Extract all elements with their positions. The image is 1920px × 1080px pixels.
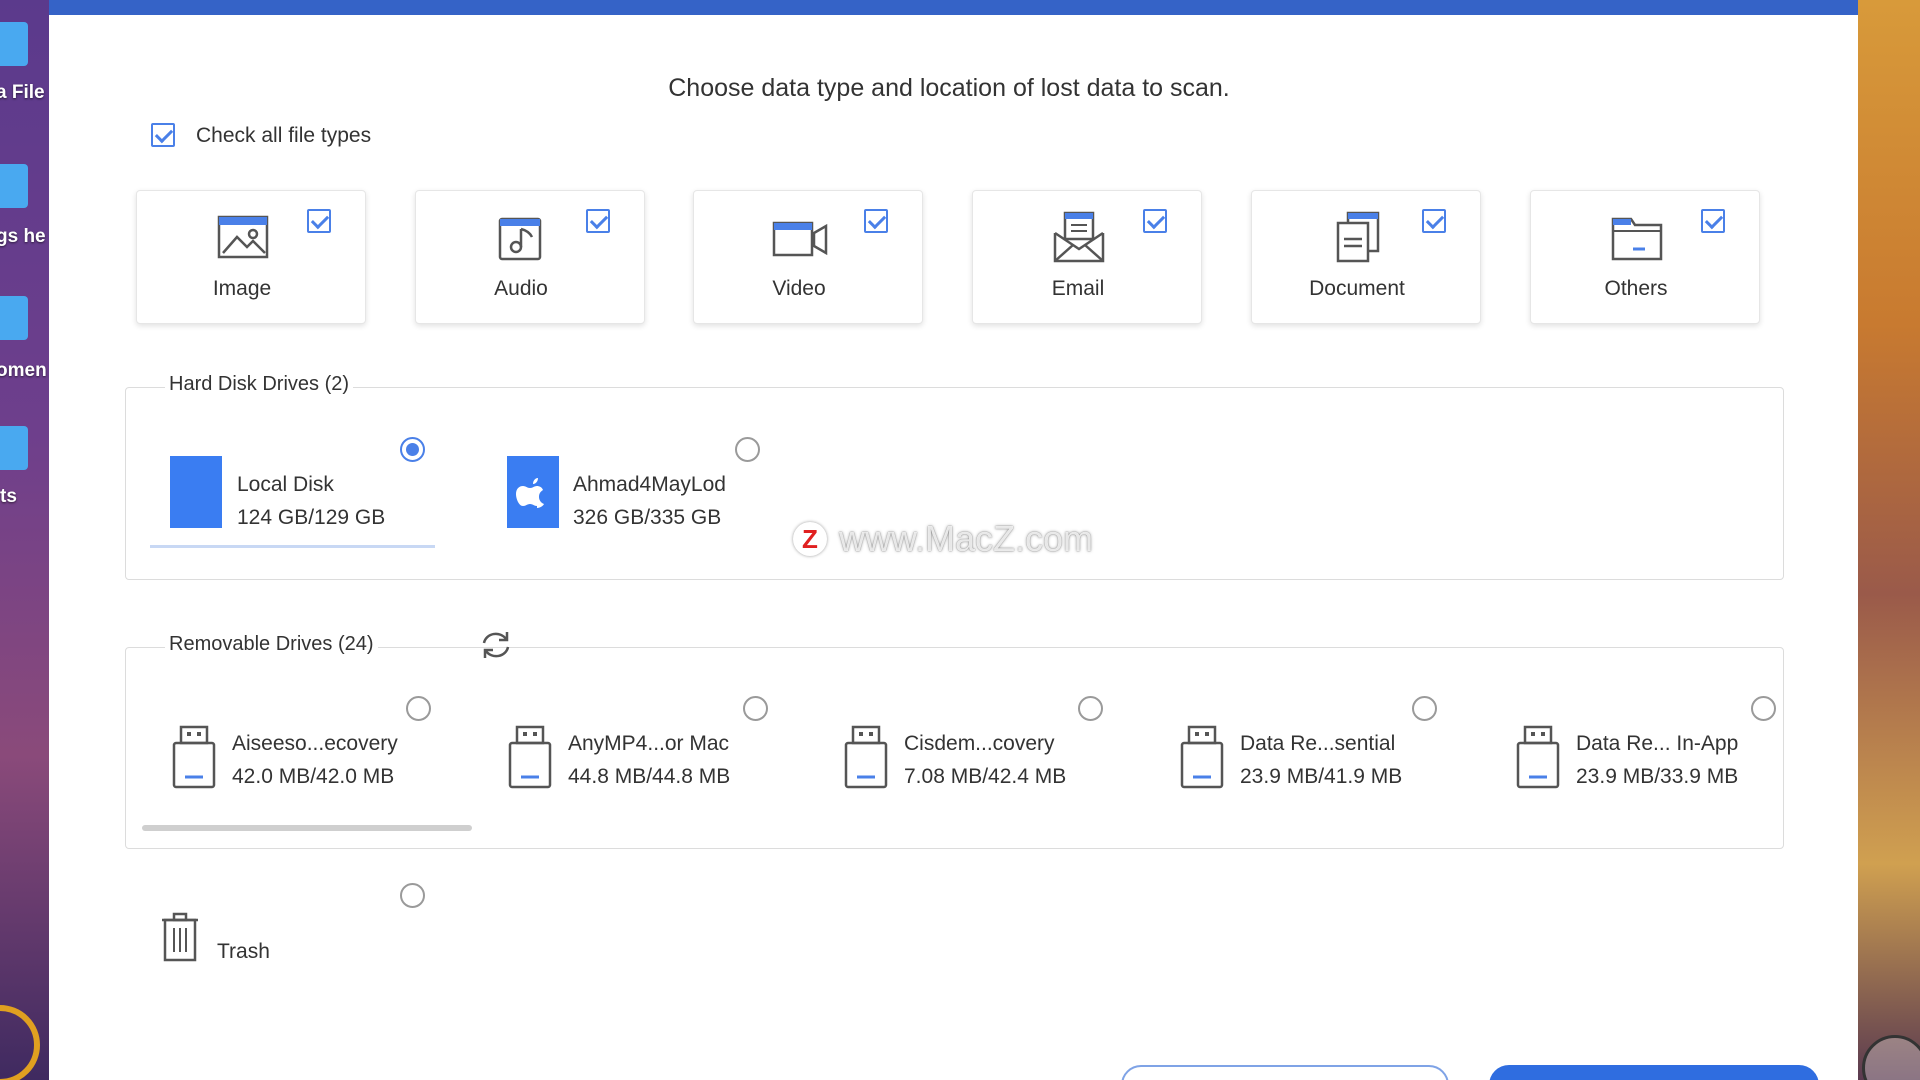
desktop-file-icon[interactable] [0,296,28,340]
apple-icon [516,478,544,508]
file-type-label: Image [212,277,272,300]
secondary-button[interactable] [1121,1065,1449,1080]
document-icon [1336,211,1380,263]
file-type-others[interactable]: Others [1530,190,1760,324]
window-top-bar [49,0,1858,15]
drive-size: 23.9 MB/41.9 MB [1240,765,1403,788]
file-type-image[interactable]: Image [136,190,366,324]
image-type-checkbox[interactable] [307,209,331,233]
mac-disk-radio[interactable] [735,437,760,462]
drive-name: Cisdem...covery [904,732,1055,755]
page-title: Choose data type and location of lost da… [668,74,1230,102]
file-type-label: Video [772,277,826,300]
desktop-right-strip [1858,0,1920,1080]
drive-size: 124 GB/129 GB [237,506,386,529]
document-type-checkbox[interactable] [1422,209,1446,233]
removable-drives-scrollbar[interactable] [142,825,472,831]
selected-drive-indicator [150,545,435,548]
scan-button[interactable] [1489,1065,1819,1080]
video-type-checkbox[interactable] [864,209,888,233]
removable-drive-radio[interactable] [1412,696,1437,721]
drive-name: AnyMP4...or Mac [568,732,730,755]
usb-drive-icon [844,725,888,789]
audio-type-checkbox[interactable] [586,209,610,233]
usb-drive-icon [1516,725,1560,789]
file-type-label: Others [1604,277,1668,300]
desktop-icon-label: ts [0,486,17,507]
hard-drive-icon [170,456,222,528]
file-type-email[interactable]: Email [972,190,1202,324]
drive-size: 326 GB/335 GB [573,506,722,529]
watermark-logo-icon: Z [793,522,827,556]
check-all-checkbox[interactable] [151,123,175,147]
trash-label: Trash [217,940,270,963]
drive-name: Data Re...sential [1240,732,1396,755]
drive-name: Data Re... In-App [1576,732,1739,755]
file-type-label: Document [1309,277,1405,300]
drive-name: Local Disk [237,473,334,496]
desktop-file-icon[interactable] [0,164,28,208]
email-icon [1053,211,1105,263]
file-type-audio[interactable]: Audio [415,190,645,324]
drive-size: 42.0 MB/42.0 MB [232,765,395,788]
removable-group-title: Removable Drives (24) [165,633,378,656]
folder-icon [1611,217,1663,261]
file-type-label: Email [1051,277,1105,300]
removable-drive-radio[interactable] [1078,696,1103,721]
drive-name: Ahmad4MayLod [573,473,726,496]
trash-icon [162,912,198,962]
local-disk-radio[interactable] [400,437,425,462]
hard-disk-group-title: Hard Disk Drives (2) [165,373,354,396]
desktop-icon-label: a File [0,82,45,103]
others-type-checkbox[interactable] [1701,209,1725,233]
refresh-icon[interactable] [478,629,514,661]
desktop-icon-label: gs he [0,226,46,247]
check-all-label: Check all file types [196,124,372,147]
desktop-file-icon[interactable] [0,426,28,470]
drive-size: 44.8 MB/44.8 MB [568,765,731,788]
usb-drive-icon [508,725,552,789]
file-type-label: Audio [494,277,548,300]
drive-size: 23.9 MB/33.9 MB [1576,765,1739,788]
scan-setup-window: Choose data type and location of lost da… [49,0,1858,1080]
desktop-left-strip: a File gs he omen ts [0,0,49,1080]
removable-drive-radio[interactable] [406,696,431,721]
audio-icon [498,217,542,261]
mac-drive-icon [507,456,559,528]
file-type-document[interactable]: Document [1251,190,1481,324]
dock-app-icon[interactable] [0,1005,40,1080]
removable-drive-radio[interactable] [1751,696,1776,721]
drive-name: Aiseeso...ecovery [232,732,398,755]
trash-radio[interactable] [400,883,425,908]
usb-drive-icon [172,725,216,789]
desktop-file-icon[interactable] [0,22,28,66]
desktop-icon-label: omen [0,360,47,381]
usb-drive-icon [1180,725,1224,789]
drive-size: 7.08 MB/42.4 MB [904,765,1067,788]
image-icon [217,215,269,259]
watermark-text: www.MacZ.com [839,518,1094,559]
email-type-checkbox[interactable] [1143,209,1167,233]
removable-drive-radio[interactable] [743,696,768,721]
video-icon [772,221,828,257]
file-type-video[interactable]: Video [693,190,923,324]
